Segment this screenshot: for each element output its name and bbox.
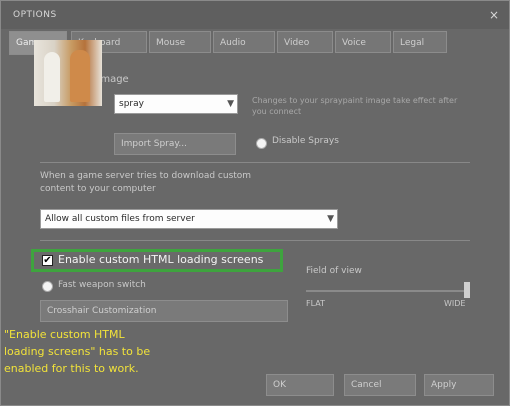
title-bar[interactable]: OPTIONS × bbox=[1, 1, 509, 29]
window-title: OPTIONS bbox=[13, 10, 57, 20]
tab-mouse[interactable]: Mouse bbox=[149, 31, 211, 53]
cancel-button[interactable]: Cancel bbox=[344, 374, 416, 396]
fov-slider-track[interactable] bbox=[306, 290, 466, 292]
tab-audio[interactable]: Audio bbox=[213, 31, 275, 53]
fast-weapon-switch-label: Fast weapon switch bbox=[58, 280, 146, 290]
fast-weapon-switch-checkbox[interactable] bbox=[42, 281, 53, 292]
crosshair-customization-button[interactable]: Crosshair Customization bbox=[40, 300, 288, 322]
download-policy-select[interactable]: Allow all custom files from server ▼ bbox=[40, 209, 338, 229]
html-loading-checkbox[interactable]: ✔ bbox=[42, 255, 53, 266]
spray-select-value: spray bbox=[119, 99, 144, 109]
tab-legal[interactable]: Legal bbox=[393, 31, 447, 53]
close-icon[interactable]: × bbox=[487, 8, 501, 22]
divider bbox=[40, 240, 470, 241]
fov-max-label: WIDE bbox=[444, 299, 466, 308]
html-loading-label[interactable]: Enable custom HTML loading screens bbox=[58, 253, 263, 266]
chevron-down-icon: ▼ bbox=[327, 214, 334, 224]
spray-select[interactable]: spray ▼ bbox=[114, 94, 238, 114]
import-spray-button[interactable]: Import Spray... bbox=[114, 133, 236, 155]
tab-video[interactable]: Video bbox=[277, 31, 333, 53]
spray-hint: Changes to your spraypaint image take ef… bbox=[252, 96, 458, 116]
fov-title: Field of view bbox=[306, 266, 362, 276]
apply-button[interactable]: Apply bbox=[424, 374, 494, 396]
chevron-down-icon: ▼ bbox=[227, 99, 234, 109]
disable-sprays-label: Disable Sprays bbox=[272, 136, 339, 146]
spray-preview-image bbox=[34, 40, 102, 106]
annotation-note: "Enable custom HTML loading screens" has… bbox=[4, 328, 151, 375]
tab-voice[interactable]: Voice bbox=[335, 31, 391, 53]
download-policy-value: Allow all custom files from server bbox=[45, 214, 195, 224]
disable-sprays-radio[interactable] bbox=[256, 138, 267, 149]
download-description: When a game server tries to download cus… bbox=[40, 171, 252, 194]
fov-slider-thumb[interactable] bbox=[464, 282, 470, 298]
fov-min-label: FLAT bbox=[306, 299, 325, 308]
divider bbox=[40, 162, 470, 163]
ok-button[interactable]: OK bbox=[266, 374, 334, 396]
